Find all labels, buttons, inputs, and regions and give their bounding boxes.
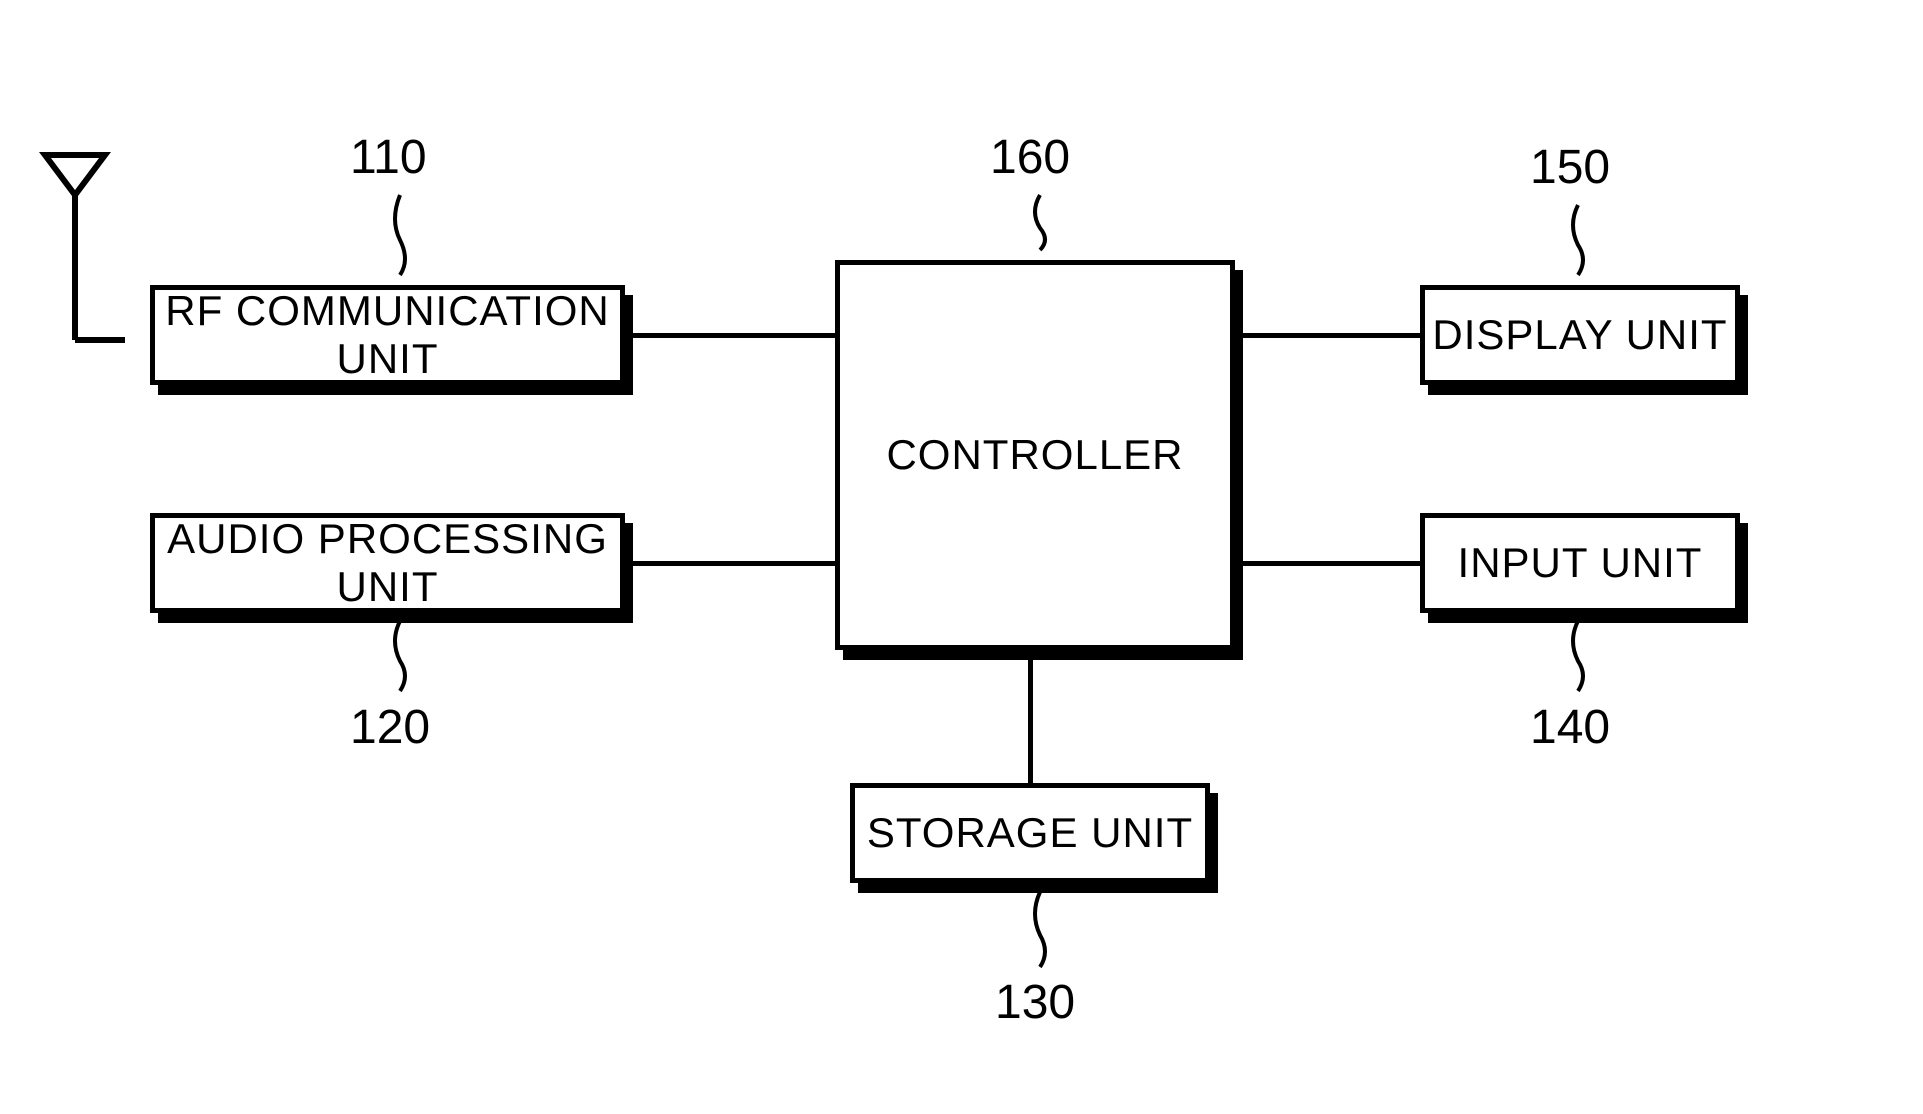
display-label: DISPLAY UNIT — [1432, 311, 1727, 359]
controller-ref-curve — [1025, 190, 1055, 255]
display-ref-curve — [1563, 200, 1593, 280]
audio-ref-curve — [385, 616, 415, 696]
storage-ref: 130 — [995, 975, 1075, 1030]
audio-ref: 120 — [350, 700, 430, 755]
rf-communication-block: RF COMMUNICATION UNIT — [150, 285, 625, 385]
audio-label: AUDIO PROCESSING UNIT — [155, 515, 620, 611]
controller-label: CONTROLLER — [886, 431, 1183, 479]
connector-line — [625, 333, 835, 338]
input-ref-curve — [1563, 616, 1593, 696]
connector-line — [625, 561, 835, 566]
rf-ref: 110 — [350, 130, 427, 185]
storage-ref-curve — [1025, 887, 1055, 972]
controller-ref: 160 — [990, 130, 1070, 185]
display-unit-block: DISPLAY UNIT — [1420, 285, 1740, 385]
connector-line — [1235, 561, 1420, 566]
rf-label: RF COMMUNICATION UNIT — [155, 287, 620, 383]
storage-label: STORAGE UNIT — [867, 809, 1193, 857]
connector-line — [1028, 650, 1033, 783]
antenna-icon — [35, 145, 125, 365]
controller-block: CONTROLLER — [835, 260, 1235, 650]
display-ref: 150 — [1530, 140, 1610, 195]
storage-unit-block: STORAGE UNIT — [850, 783, 1210, 883]
input-unit-block: INPUT UNIT — [1420, 513, 1740, 613]
audio-processing-block: AUDIO PROCESSING UNIT — [150, 513, 625, 613]
connector-line — [1235, 333, 1420, 338]
input-label: INPUT UNIT — [1458, 539, 1703, 587]
rf-ref-curve — [385, 190, 415, 280]
input-ref: 140 — [1530, 700, 1610, 755]
